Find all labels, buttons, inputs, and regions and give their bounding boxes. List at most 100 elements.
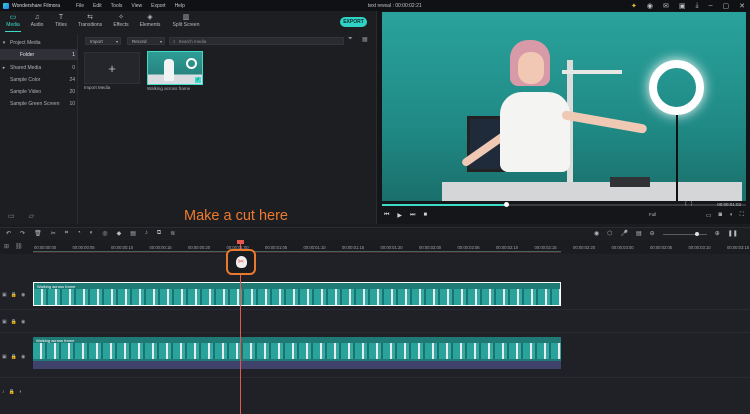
sidebar-item-shared-media[interactable]: ▸ Shared Media 0 — [0, 62, 78, 73]
redo-icon[interactable]: ↷ — [20, 230, 25, 237]
mail-icon[interactable]: ✉ — [663, 2, 669, 10]
export-button[interactable]: EXPORT — [340, 17, 367, 27]
video-preview[interactable] — [382, 12, 746, 201]
user-icon[interactable]: ◉ — [647, 2, 653, 10]
timeline-ruler[interactable]: ⊞ ⛓ 00:00:00:00 00:00:00:05 00:00:00:10 00:… — [0, 240, 750, 254]
sidebar-item-count: 24 — [69, 76, 75, 83]
thumbnail-person — [164, 59, 174, 81]
chevron-right-icon: ▸ — [2, 64, 6, 71]
render-icon[interactable]: ▭ — [706, 212, 712, 219]
pause-bars-icon[interactable]: ❚❚ — [728, 230, 738, 237]
cut-marker[interactable]: ✂ — [226, 249, 256, 275]
eye-icon[interactable]: ◉ — [21, 319, 25, 325]
stop-icon[interactable]: ■ — [423, 212, 427, 219]
clip-audio-waveform[interactable] — [33, 361, 561, 369]
search-input[interactable]: ⌕ Search media — [169, 37, 344, 45]
import-dropdown[interactable]: Import ▾ — [85, 37, 121, 45]
speaker-icon[interactable]: ◖ — [19, 389, 22, 395]
zoom-slider-handle[interactable] — [694, 232, 699, 236]
media-clip-thumbnail[interactable]: ✓ — [147, 51, 203, 85]
tab-elements[interactable]: ◈ Elements — [137, 13, 163, 28]
audio-icon[interactable]: ♪ — [145, 230, 148, 237]
voiceover-icon[interactable]: ▤ — [636, 230, 642, 237]
undo-icon[interactable]: ↶ — [6, 230, 11, 237]
crop-icon[interactable]: ⌗ — [65, 230, 68, 237]
scrubber-fill — [382, 204, 506, 206]
stabilize-icon[interactable]: ◎ — [102, 230, 107, 237]
mic-icon[interactable]: 🎤 — [621, 230, 628, 237]
video-ring-light — [649, 60, 704, 115]
snapshot-icon[interactable]: ◙ — [719, 212, 723, 219]
filter-icon[interactable]: ⏷ — [348, 36, 353, 43]
import-media-tile[interactable]: + — [84, 52, 140, 84]
cut-icon[interactable]: ✂ — [51, 230, 56, 237]
speed-icon[interactable]: ◔ — [77, 230, 81, 237]
menu-tools[interactable]: Tools — [111, 3, 123, 9]
tab-media[interactable]: ▭ Media — [4, 13, 22, 32]
lock-icon[interactable]: 🔒 — [11, 319, 17, 325]
close-icon[interactable]: ✕ — [739, 2, 745, 10]
render-preview-icon[interactable]: ◉ — [594, 230, 599, 237]
tab-audio[interactable]: ♫ Audio — [28, 13, 46, 28]
delete-icon[interactable]: 🗑 — [34, 230, 42, 237]
timeline-clip-selected[interactable]: Walking across frame — [33, 282, 561, 306]
new-folder-icon[interactable]: ▭ — [8, 212, 15, 220]
tab-split-screen[interactable]: ▥ Split Screen — [170, 13, 202, 28]
ruler-tick-label: 00:00:00:00 — [34, 245, 57, 250]
video-desk — [442, 182, 742, 201]
download-icon[interactable]: ⤓ — [695, 2, 698, 10]
menu-export[interactable]: Export — [151, 3, 165, 9]
tab-elements-label: Elements — [139, 22, 161, 28]
tab-effects[interactable]: ✧ Effects — [110, 13, 132, 28]
sidebar-item-sample-green-screen[interactable]: Sample Green Screen 10 — [0, 98, 78, 109]
eye-icon[interactable]: ◉ — [21, 292, 25, 298]
sidebar-item-sample-color[interactable]: Sample Color 24 — [0, 74, 78, 85]
menu-help[interactable]: Help — [175, 3, 185, 9]
ruler-tick-label: 00:00:01:20 — [380, 245, 403, 250]
split-icon[interactable]: ⧉ — [157, 230, 161, 237]
lock-icon[interactable]: 🔒 — [11, 354, 17, 360]
record-dropdown-label: Record — [132, 38, 147, 44]
link-icon[interactable]: ⛓ — [15, 243, 23, 250]
adjust-icon[interactable]: ≋ — [170, 230, 175, 237]
marker-icon[interactable]: ⬡ — [607, 230, 612, 237]
green-screen-icon[interactable]: ▤ — [130, 230, 136, 237]
volume-icon[interactable]: ◖ — [729, 212, 733, 219]
maximize-icon[interactable]: ▢ — [723, 2, 730, 10]
tab-transitions[interactable]: ⇆ Transitions — [76, 13, 104, 28]
next-frame-icon[interactable]: ⏭ — [410, 212, 415, 219]
lock-icon[interactable]: 🔒 — [9, 389, 15, 395]
tab-titles[interactable]: T Titles — [52, 13, 70, 28]
sidebar-footer: ▭ ▱ — [0, 209, 78, 223]
lock-icon[interactable]: 🔒 — [11, 292, 17, 298]
add-track-icon[interactable]: ⊞ — [4, 243, 9, 250]
play-icon[interactable]: ▶ — [397, 212, 402, 219]
previous-frame-icon[interactable]: ⏮ — [384, 212, 389, 219]
mark-in-out-icon[interactable]: { } — [685, 201, 693, 207]
color-icon[interactable]: ◐ — [90, 230, 94, 237]
zoom-in-icon[interactable]: ⊕ — [715, 230, 720, 237]
search-icon: ⌕ — [173, 38, 176, 44]
record-dropdown[interactable]: Record ▾ — [127, 37, 165, 45]
bulb-icon[interactable]: ✦ — [631, 2, 637, 10]
ruler-render-bar — [33, 251, 561, 253]
zoom-out-icon[interactable]: ⊖ — [650, 230, 655, 237]
folder-icon[interactable]: ▱ — [29, 212, 34, 220]
grid-view-icon[interactable]: ▦ — [362, 36, 368, 43]
video-light-stand — [676, 115, 678, 201]
sidebar-item-sample-video[interactable]: Sample Video 20 — [0, 86, 78, 97]
keyframe-icon[interactable]: ◆ — [117, 230, 122, 237]
eye-icon[interactable]: ◉ — [21, 354, 25, 360]
sidebar-item-folder[interactable]: Folder 1 — [0, 49, 78, 60]
menu-view[interactable]: View — [131, 3, 142, 9]
save-icon[interactable]: ▣ — [679, 2, 686, 10]
minimize-icon[interactable]: – — [709, 2, 713, 10]
timeline-zoom-slider[interactable] — [662, 232, 707, 236]
preview-zoom-select[interactable]: Full — [649, 212, 656, 217]
menu-file[interactable]: File — [76, 3, 84, 9]
sidebar-item-project-media[interactable]: ▾ Project Media — [0, 37, 78, 48]
fullscreen-icon[interactable]: ⛶ — [740, 212, 744, 219]
scrubber-handle[interactable] — [503, 202, 509, 207]
timeline-clip[interactable]: Walking across frame — [33, 337, 561, 361]
menu-edit[interactable]: Edit — [93, 3, 102, 9]
